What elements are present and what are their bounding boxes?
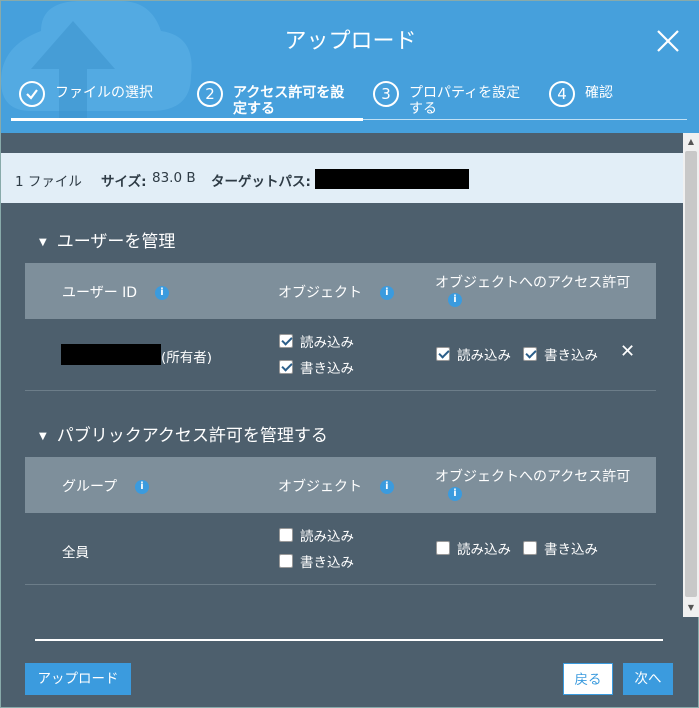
- users-section-toggle[interactable]: ▼ ユーザーを管理: [39, 227, 175, 252]
- step-label: 確認: [585, 85, 613, 101]
- dialog-header: アップロード ファイルの選択 2 アクセス許可を設 定する 3 プロパティを設定…: [1, 1, 699, 133]
- target-path-label: ターゲットパス:: [211, 174, 311, 190]
- caret-down-icon: ▼: [39, 430, 47, 442]
- header-object: オブジェクト i: [278, 282, 394, 302]
- remove-user-icon[interactable]: ✕: [620, 341, 635, 362]
- acl-write-checkbox[interactable]: 書き込み: [523, 344, 598, 364]
- object-read-checkbox[interactable]: 読み込み: [279, 525, 354, 545]
- group-name: 全員: [62, 545, 89, 561]
- checkbox-checked-icon: [279, 360, 293, 374]
- checkbox-empty-icon: [279, 554, 293, 568]
- checkbox-checked-icon: [436, 347, 450, 361]
- table-row: (所有者) 読み込み 書き込み 読み込み 書き込み ✕: [25, 319, 656, 391]
- caret-down-icon: ▼: [39, 236, 47, 248]
- scroll-up-arrow-icon[interactable]: ▲: [683, 135, 699, 149]
- upload-summary-bar: 1 ファイル サイズ: 83.0 B ターゲットパス:: [1, 153, 683, 203]
- scroll-down-arrow-icon[interactable]: ▼: [683, 601, 699, 615]
- upload-button[interactable]: アップロード: [25, 663, 131, 695]
- header-object-acl: オブジェクトへのアクセス許可: [435, 469, 631, 485]
- step-number: 2: [197, 81, 223, 107]
- info-icon[interactable]: i: [379, 480, 394, 494]
- file-count: 1 ファイル: [15, 174, 82, 190]
- public-table-header: グループ i オブジェクト i オブジェクトへのアクセス許可 i: [25, 457, 656, 513]
- redacted-target-path: [315, 169, 469, 189]
- step-label: アクセス許可を設 定する: [233, 85, 345, 117]
- info-icon[interactable]: i: [379, 286, 394, 300]
- back-button[interactable]: 戻る: [563, 663, 613, 695]
- redacted-user-id: [61, 344, 161, 365]
- owner-label: (所有者): [161, 350, 213, 366]
- size-value: 83.0 B: [152, 170, 196, 186]
- row-divider: [25, 390, 656, 391]
- object-write-checkbox[interactable]: 書き込み: [279, 551, 354, 571]
- header-group: グループ i: [62, 476, 149, 496]
- step-number: 3: [373, 81, 399, 107]
- checkbox-empty-icon: [279, 528, 293, 542]
- size-label: サイズ:: [101, 174, 147, 190]
- acl-read-checkbox[interactable]: 読み込み: [436, 538, 511, 558]
- step-label: ファイルの選択: [55, 85, 153, 101]
- checkbox-empty-icon: [436, 541, 450, 555]
- step-number: 4: [549, 81, 575, 107]
- checkbox-checked-icon: [279, 334, 293, 348]
- check-circle-icon: [19, 81, 45, 107]
- active-step-indicator: [11, 118, 363, 121]
- info-icon[interactable]: i: [134, 480, 149, 494]
- scrollbar-thumb[interactable]: [685, 151, 697, 597]
- dialog-title: アップロード: [284, 29, 417, 54]
- header-user-id: ユーザー ID i: [62, 282, 169, 302]
- info-icon[interactable]: i: [448, 293, 462, 307]
- checkbox-checked-icon: [523, 347, 537, 361]
- object-write-checkbox[interactable]: 書き込み: [279, 357, 354, 377]
- step-label: プロパティを設定 する: [409, 85, 521, 117]
- close-icon[interactable]: [654, 27, 682, 55]
- acl-write-checkbox[interactable]: 書き込み: [523, 538, 598, 558]
- acl-read-checkbox[interactable]: 読み込み: [436, 344, 511, 364]
- header-object: オブジェクト i: [278, 476, 394, 496]
- header-object-acl: オブジェクトへのアクセス許可: [435, 275, 631, 291]
- row-divider: [25, 584, 656, 585]
- upload-dialog: アップロード ファイルの選択 2 アクセス許可を設 定する 3 プロパティを設定…: [0, 0, 699, 708]
- info-icon[interactable]: i: [448, 487, 462, 501]
- public-section-title: パブリックアクセス許可を管理する: [56, 426, 328, 446]
- checkbox-empty-icon: [523, 541, 537, 555]
- footer-divider: [35, 639, 663, 641]
- public-section-toggle[interactable]: ▼ パブリックアクセス許可を管理する: [39, 421, 328, 446]
- users-table-header: ユーザー ID i オブジェクト i オブジェクトへのアクセス許可 i: [25, 263, 656, 319]
- users-section-title: ユーザーを管理: [56, 232, 176, 252]
- info-icon[interactable]: i: [154, 286, 169, 300]
- table-row: 全員 読み込み 書き込み 読み込み 書き込み: [25, 513, 656, 585]
- object-read-checkbox[interactable]: 読み込み: [279, 331, 354, 351]
- wizard-steps: ファイルの選択 2 アクセス許可を設 定する 3 プロパティを設定 する 4 確…: [11, 81, 687, 123]
- next-button[interactable]: 次へ: [623, 663, 673, 695]
